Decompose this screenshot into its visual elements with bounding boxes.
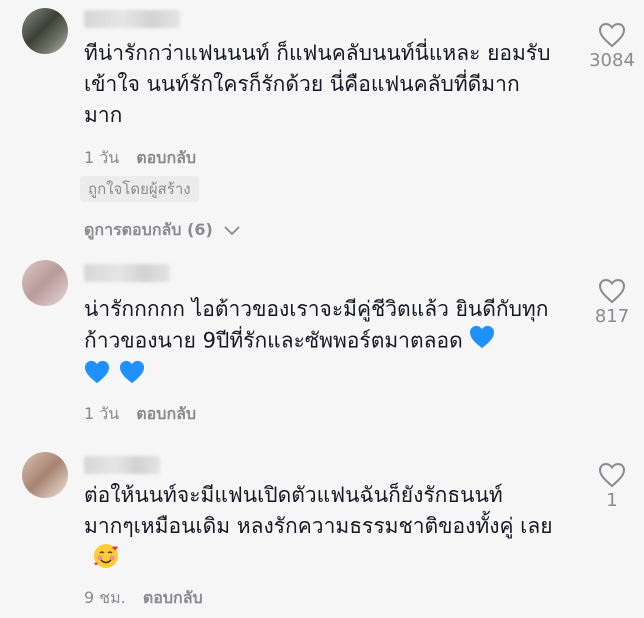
username-blurred[interactable] (84, 10, 180, 28)
blue-heart-icon (469, 325, 495, 358)
avatar[interactable] (22, 452, 68, 498)
avatar[interactable] (22, 260, 68, 306)
liked-by-creator-badge: ถูกใจโดยผู้สร้าง (80, 176, 199, 202)
comment-text: ทีน่ารักกว่าแฟนนนท์ ก็แฟนคลับนนท์นี่แหละ… (84, 41, 551, 127)
comment-2: น่ารักกกกก ไอต้าวของเราจะมีคู่ชีวิตแล้ว … (0, 250, 644, 450)
avatar[interactable] (22, 8, 68, 54)
chevron-down-icon (224, 221, 241, 240)
heart-outline-icon (598, 462, 626, 488)
comment-time: 1 วัน (84, 404, 120, 423)
like-button[interactable]: 1 (582, 462, 642, 511)
comment-text-content: ต่อให้นนท์จะมีแฟนเปิดตัวแฟนฉันก็ยังรักธน… (84, 483, 553, 538)
heart-outline-icon (598, 22, 626, 48)
comment-meta: 1 วัน ตอบกลับ (84, 146, 196, 171)
username-blurred[interactable] (84, 456, 160, 474)
comment-meta: 1 วัน ตอบกลับ (84, 402, 196, 427)
comment-1: ทีน่ารักกว่าแฟนนนท์ ก็แฟนคลับนนท์นี่แหละ… (0, 0, 644, 250)
like-count: 817 (594, 306, 630, 327)
emoji-row (84, 360, 149, 388)
blue-heart-icon (85, 360, 109, 384)
like-count: 3084 (589, 50, 635, 71)
view-replies-label: ดูการตอบกลับ (6) (84, 220, 213, 239)
like-count: 1 (606, 490, 618, 511)
like-button[interactable]: 817 (582, 278, 642, 327)
reply-button[interactable]: ตอบกลับ (136, 148, 196, 167)
smiling-face-with-hearts-icon (92, 542, 120, 579)
blue-heart-icon (120, 360, 145, 384)
comment-time: 9 ชม. (84, 588, 126, 607)
like-button[interactable]: 3084 (582, 22, 642, 71)
reply-button[interactable]: ตอบกลับ (143, 588, 203, 607)
comment-3: ต่อให้นนท์จะมีแฟนเปิดตัวแฟนฉันก็ยังรักธน… (0, 446, 644, 618)
username-blurred[interactable] (84, 264, 170, 282)
comment-text: ต่อให้นนท์จะมีแฟนเปิดตัวแฟนฉันก็ยังรักธน… (84, 480, 554, 579)
reply-button[interactable]: ตอบกลับ (136, 404, 196, 423)
view-replies-button[interactable]: ดูการตอบกลับ (6) (84, 218, 241, 243)
comment-text: น่ารักกกกก ไอต้าวของเราจะมีคู่ชีวิตแล้ว … (84, 294, 554, 358)
comment-meta: 9 ชม. ตอบกลับ (84, 586, 203, 611)
comment-time: 1 วัน (84, 148, 120, 167)
heart-outline-icon (598, 278, 626, 304)
